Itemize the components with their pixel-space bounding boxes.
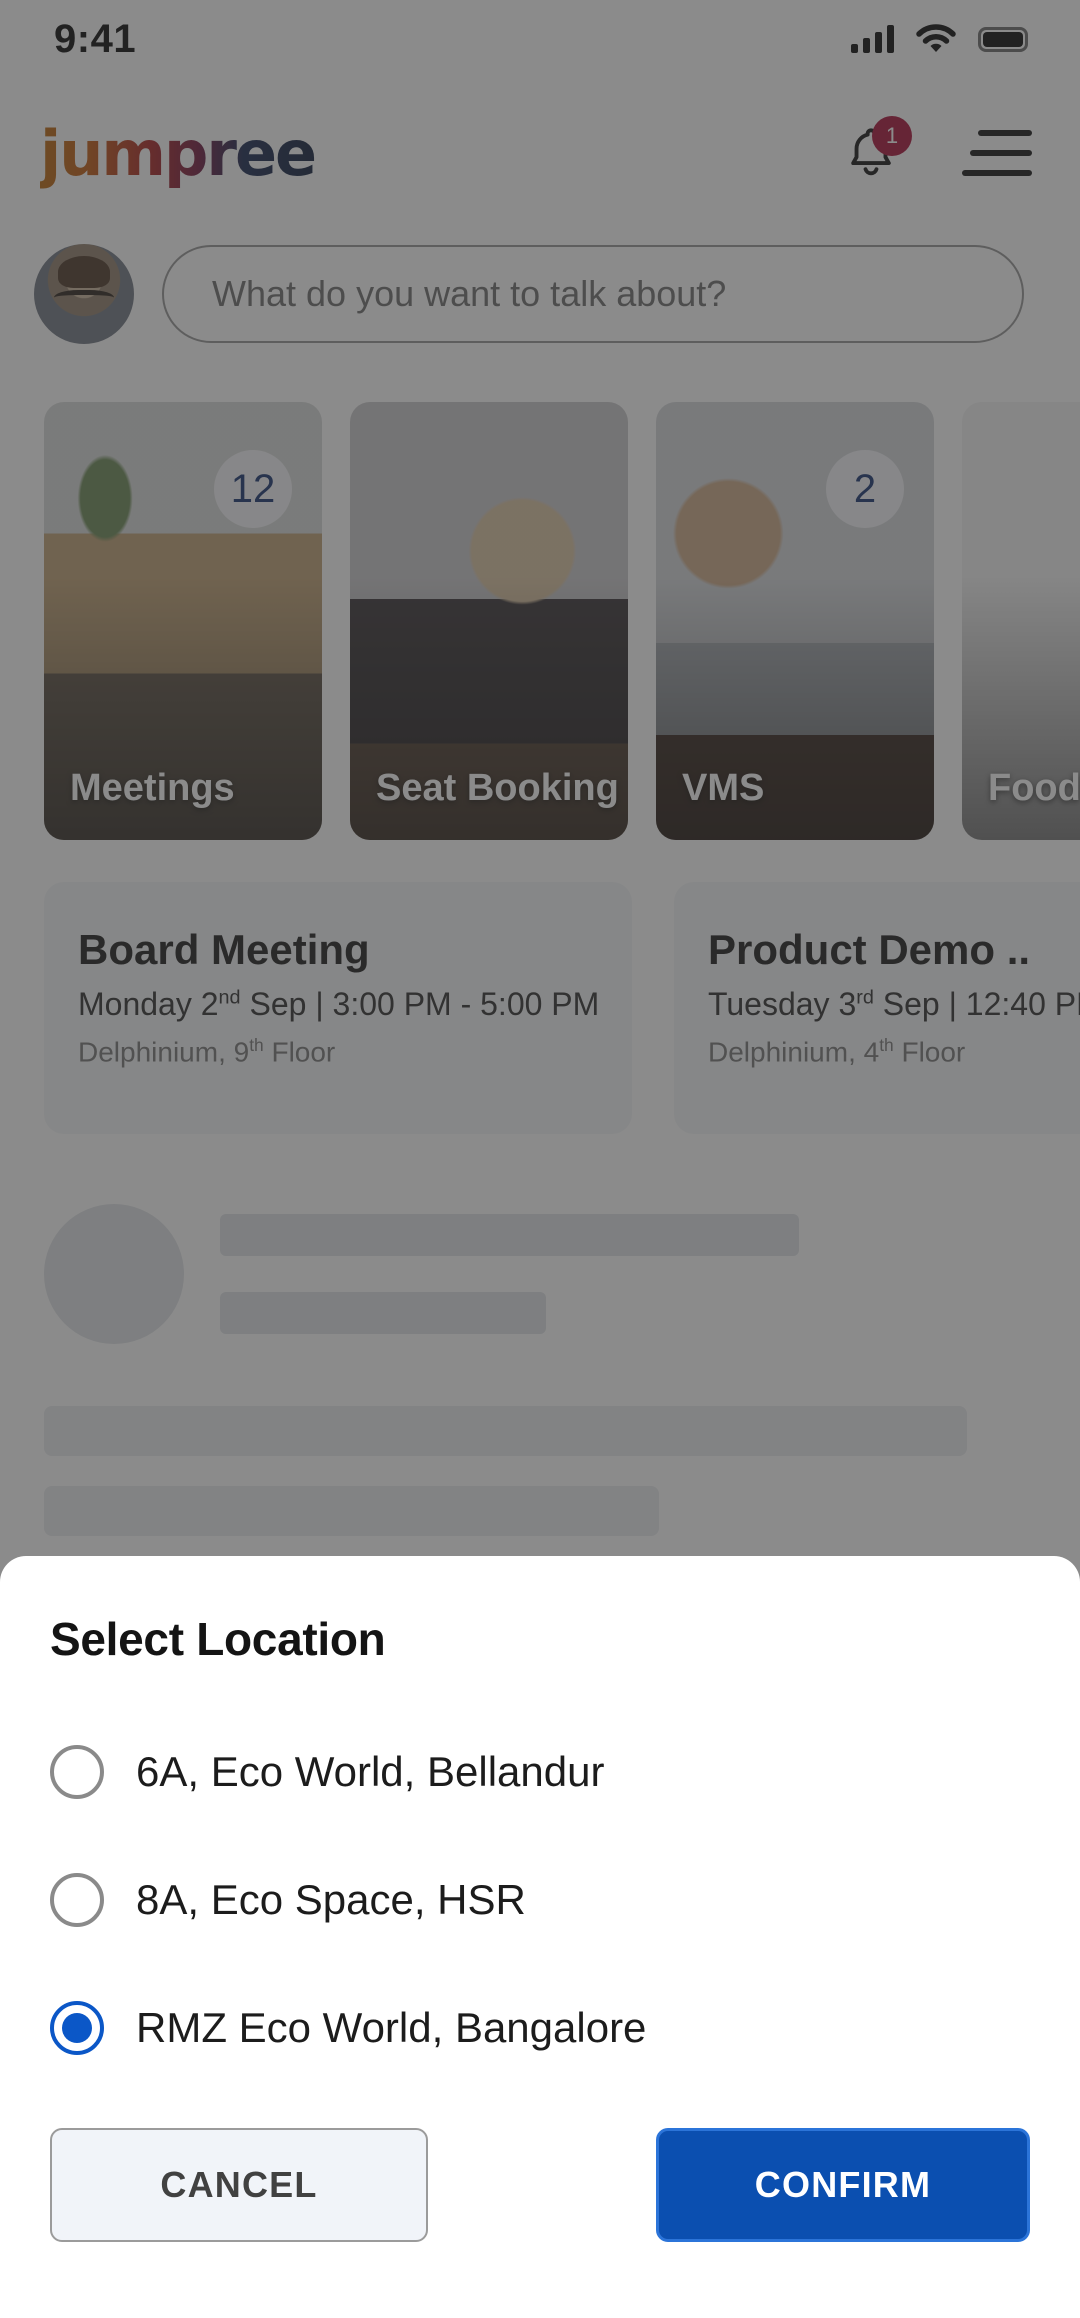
radio-option-8a-eco-space-hsr[interactable]: 8A, Eco Space, HSR	[50, 1836, 1030, 1964]
radio-circle-selected-icon	[50, 2001, 104, 2055]
sheet-actions: CANCEL CONFIRM	[50, 2128, 1030, 2242]
radio-circle-icon	[50, 1873, 104, 1927]
radio-label: 8A, Eco Space, HSR	[136, 1876, 526, 1924]
select-location-sheet: Select Location 6A, Eco World, Bellandur…	[0, 1556, 1080, 2318]
cancel-button[interactable]: CANCEL	[50, 2128, 428, 2242]
location-radio-group: 6A, Eco World, Bellandur 8A, Eco Space, …	[50, 1708, 1030, 2092]
radio-label: RMZ Eco World, Bangalore	[136, 2004, 646, 2052]
radio-option-rmz-eco-world-bangalore[interactable]: RMZ Eco World, Bangalore	[50, 1964, 1030, 2092]
sheet-title: Select Location	[50, 1612, 1030, 1666]
radio-circle-icon	[50, 1745, 104, 1799]
radio-label: 6A, Eco World, Bellandur	[136, 1748, 604, 1796]
confirm-button[interactable]: CONFIRM	[656, 2128, 1030, 2242]
radio-option-6a-eco-world-bellandur[interactable]: 6A, Eco World, Bellandur	[50, 1708, 1030, 1836]
